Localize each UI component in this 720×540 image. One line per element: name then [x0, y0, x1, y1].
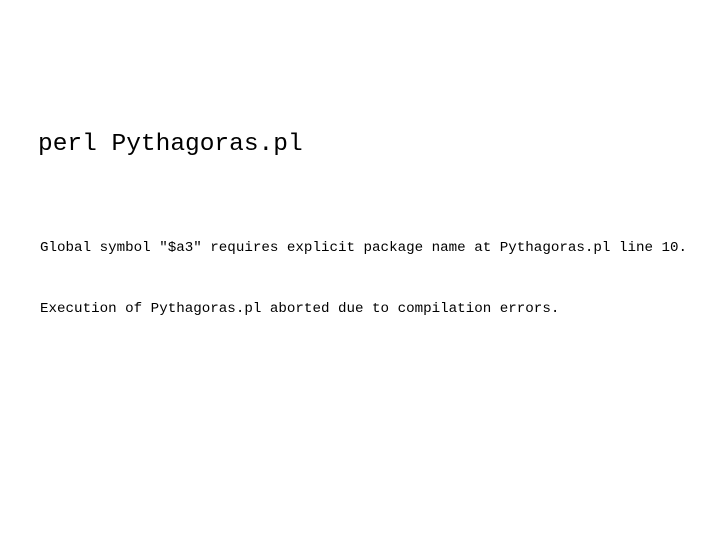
terminal-command: perl Pythagoras.pl [38, 131, 303, 158]
terminal-output-line: Execution of Pythagoras.pl aborted due t… [40, 301, 560, 318]
terminal-output: Global symbol "$a3" requires explicit pa… [40, 197, 687, 360]
slide-canvas: perl Pythagoras.pl Global symbol "$a3" r… [0, 0, 720, 540]
terminal-output-line: Global symbol "$a3" requires explicit pa… [40, 239, 688, 256]
